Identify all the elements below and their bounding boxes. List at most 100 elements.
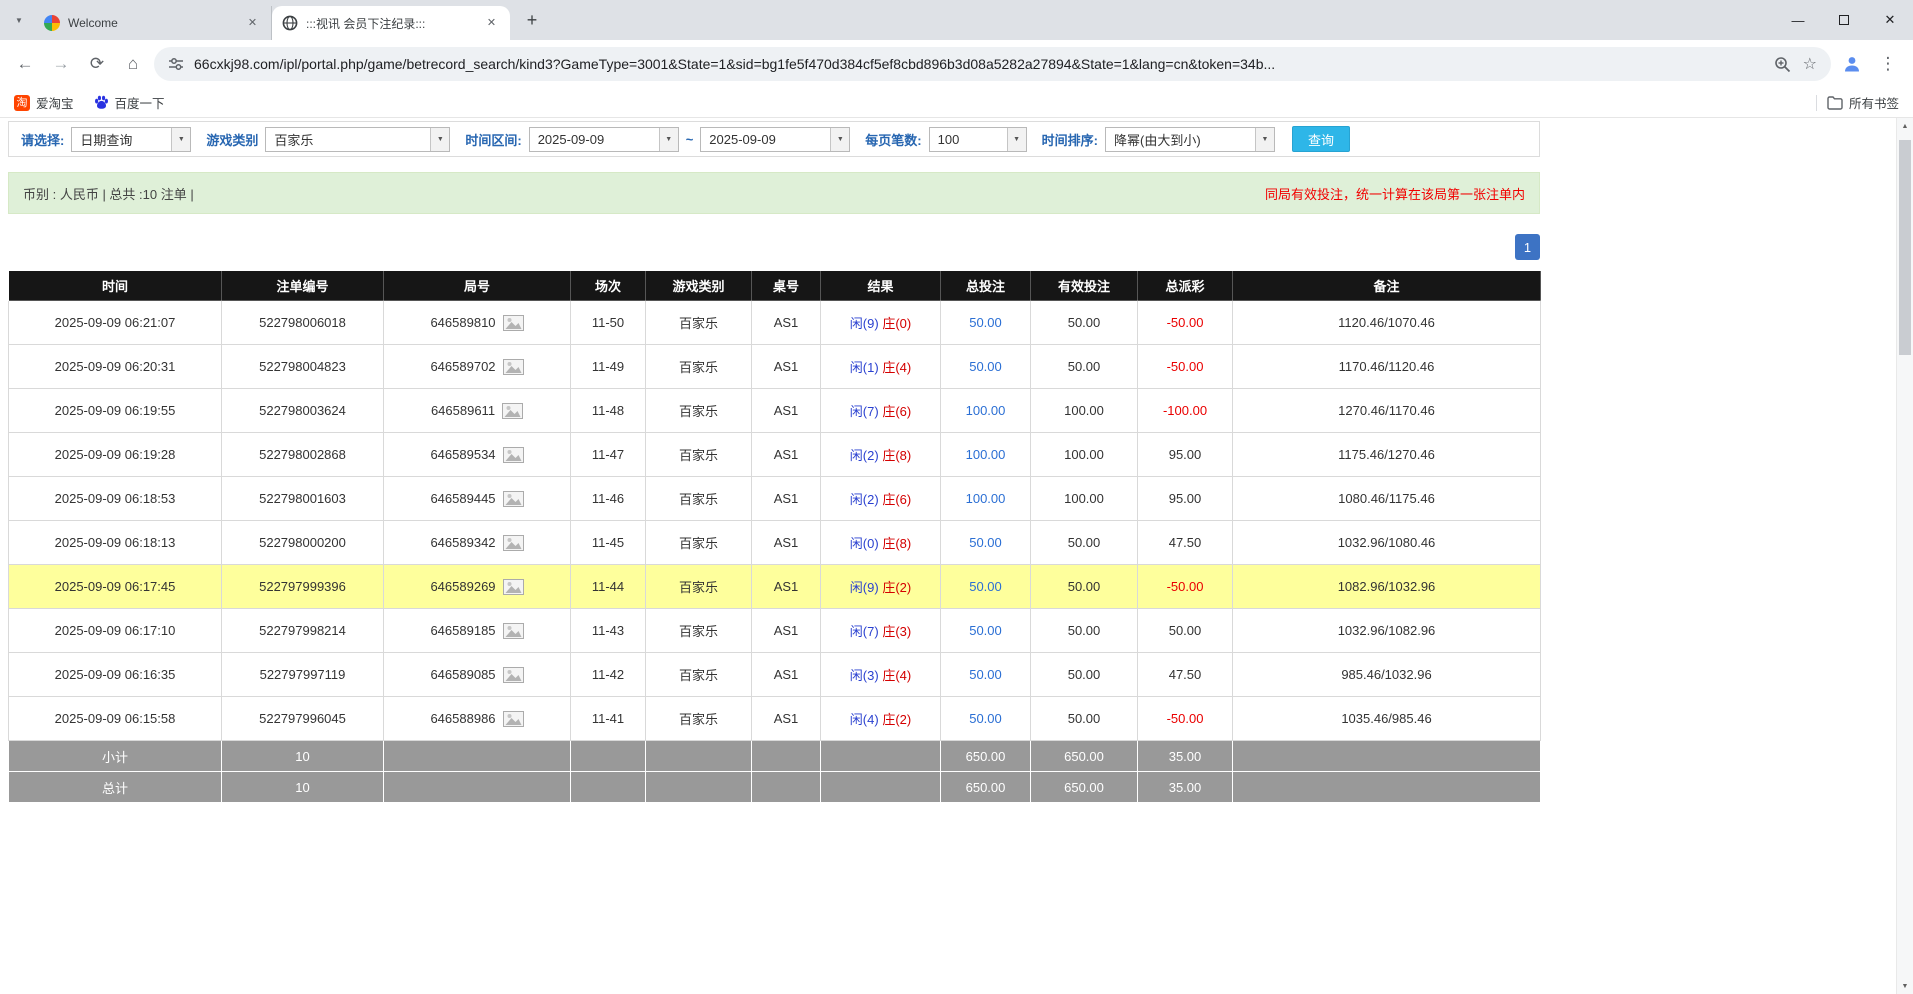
- round-result-image-icon[interactable]: [503, 579, 524, 595]
- round-result-image-icon[interactable]: [503, 535, 524, 551]
- page-1-button[interactable]: 1: [1515, 234, 1540, 260]
- query-type-select[interactable]: 日期查询 ▼: [71, 127, 191, 152]
- welcome-favicon-icon: [44, 15, 60, 31]
- cell-session: 11-44: [571, 565, 646, 609]
- table-row[interactable]: 2025-09-09 06:20:31522798004823646589702…: [9, 345, 1541, 389]
- cell-session: 11-46: [571, 477, 646, 521]
- bookmark-baidu[interactable]: 百度一下: [94, 93, 165, 112]
- menu-dots-icon[interactable]: ⋮: [1873, 49, 1903, 79]
- table-row[interactable]: 2025-09-09 06:19:28522798002868646589534…: [9, 433, 1541, 477]
- cell-valid-bet: 50.00: [1031, 609, 1138, 653]
- result-banker: 庄(6): [882, 404, 911, 419]
- table-row[interactable]: 2025-09-09 06:18:13522798000200646589342…: [9, 521, 1541, 565]
- scrollbar-thumb[interactable]: [1899, 140, 1911, 355]
- cell-result: 闲(1) 庄(4): [821, 345, 941, 389]
- cell-valid-bet: 50.00: [1031, 653, 1138, 697]
- round-result-image-icon[interactable]: [502, 403, 523, 419]
- round-result-image-icon[interactable]: [503, 359, 524, 375]
- cell-total-bet[interactable]: 50.00: [941, 653, 1031, 697]
- cell-session: 11-50: [571, 301, 646, 345]
- maximize-button[interactable]: [1821, 0, 1867, 40]
- scroll-up-icon[interactable]: ▲: [1897, 118, 1913, 134]
- cell-total-bet[interactable]: 50.00: [941, 565, 1031, 609]
- home-icon[interactable]: ⌂: [118, 49, 148, 79]
- cell-game-type: 百家乐: [646, 653, 752, 697]
- round-result-image-icon[interactable]: [503, 623, 524, 639]
- tab-search-chevron-icon[interactable]: ▼: [6, 7, 32, 33]
- forward-icon[interactable]: →: [46, 49, 76, 79]
- minimize-button[interactable]: —: [1775, 0, 1821, 40]
- round-result-image-icon[interactable]: [503, 315, 524, 331]
- table-row[interactable]: 2025-09-09 06:19:55522798003624646589611…: [9, 389, 1541, 433]
- footer-cell: [384, 741, 571, 772]
- browser-toolbar: ← → ⟳ ⌂ 66cxkj98.com/ipl/portal.php/game…: [0, 40, 1913, 88]
- table-row[interactable]: 2025-09-09 06:17:45522797999396646589269…: [9, 565, 1541, 609]
- round-number: 646588986: [430, 711, 495, 726]
- back-icon[interactable]: ←: [10, 49, 40, 79]
- table-row[interactable]: 2025-09-09 06:18:53522798001603646589445…: [9, 477, 1541, 521]
- bookmark-aitaobao[interactable]: 淘 爱淘宝: [14, 93, 74, 112]
- summary-bar: 币别 : 人民币 | 总共 :10 注单 | 同局有效投注，统一计算在该局第一张…: [8, 172, 1540, 214]
- cell-note: 1032.96/1080.46: [1233, 521, 1541, 565]
- browser-tab-strip: ▼ Welcome ✕ :::视讯 会员下注纪录::: ✕ + — ✕: [0, 0, 1913, 40]
- cell-total-bet[interactable]: 50.00: [941, 609, 1031, 653]
- time-sort-select[interactable]: 降幂(由大到小) ▼: [1105, 127, 1275, 152]
- cell-total-bet[interactable]: 100.00: [941, 477, 1031, 521]
- all-bookmarks-button[interactable]: 所有书签: [1827, 93, 1899, 112]
- round-number: 646589445: [430, 491, 495, 506]
- date-from-select[interactable]: 2025-09-09 ▼: [529, 127, 679, 152]
- tab-close-icon[interactable]: ✕: [483, 15, 500, 32]
- cell-payout: 47.50: [1138, 653, 1233, 697]
- cell-total-bet[interactable]: 50.00: [941, 697, 1031, 741]
- cell-total-bet[interactable]: 100.00: [941, 433, 1031, 477]
- url-text[interactable]: 66cxkj98.com/ipl/portal.php/game/betreco…: [194, 56, 1764, 72]
- footer-cell: 35.00: [1138, 741, 1233, 772]
- round-result-image-icon[interactable]: [503, 667, 524, 683]
- table-row[interactable]: 2025-09-09 06:16:35522797997119646589085…: [9, 653, 1541, 697]
- site-settings-icon[interactable]: [168, 56, 184, 72]
- footer-cell: [646, 772, 752, 803]
- bookmark-star-icon[interactable]: ☆: [1803, 54, 1817, 74]
- cell-total-bet[interactable]: 50.00: [941, 345, 1031, 389]
- tab-close-icon[interactable]: ✕: [244, 15, 261, 32]
- close-button[interactable]: ✕: [1867, 0, 1913, 40]
- footer-cell: [1233, 772, 1541, 803]
- address-bar[interactable]: 66cxkj98.com/ipl/portal.php/game/betreco…: [154, 47, 1831, 81]
- cell-valid-bet: 50.00: [1031, 565, 1138, 609]
- time-sort-label: 时间排序:: [1042, 130, 1098, 149]
- table-row[interactable]: 2025-09-09 06:17:10522797998214646589185…: [9, 609, 1541, 653]
- cell-note: 1120.46/1070.46: [1233, 301, 1541, 345]
- date-to-select[interactable]: 2025-09-09 ▼: [700, 127, 850, 152]
- round-result-image-icon[interactable]: [503, 711, 524, 727]
- search-button[interactable]: 查询: [1292, 126, 1350, 152]
- tab-bet-records[interactable]: :::视讯 会员下注纪录::: ✕: [272, 6, 510, 40]
- cell-round-id: 646589085: [384, 653, 571, 697]
- round-result-image-icon[interactable]: [503, 491, 524, 507]
- cell-table-no: AS1: [752, 477, 821, 521]
- cell-table-no: AS1: [752, 301, 821, 345]
- cell-total-bet[interactable]: 100.00: [941, 389, 1031, 433]
- tab-welcome[interactable]: Welcome ✕: [34, 6, 272, 40]
- zoom-icon[interactable]: [1774, 56, 1791, 73]
- table-row[interactable]: 2025-09-09 06:15:58522797996045646588986…: [9, 697, 1541, 741]
- profile-icon[interactable]: [1837, 49, 1867, 79]
- table-row[interactable]: 2025-09-09 06:21:07522798006018646589810…: [9, 301, 1541, 345]
- cell-round-id: 646589534: [384, 433, 571, 477]
- cell-result: 闲(4) 庄(2): [821, 697, 941, 741]
- result-banker: 庄(4): [882, 668, 911, 683]
- new-tab-button[interactable]: +: [518, 6, 546, 34]
- refresh-icon[interactable]: ⟳: [82, 49, 112, 79]
- cell-total-bet[interactable]: 50.00: [941, 521, 1031, 565]
- cell-session: 11-42: [571, 653, 646, 697]
- cell-payout: -50.00: [1138, 565, 1233, 609]
- vertical-scrollbar[interactable]: ▲ ▼: [1896, 118, 1913, 994]
- per-page-select[interactable]: 100 ▼: [929, 127, 1027, 152]
- game-type-select[interactable]: 百家乐 ▼: [265, 127, 450, 152]
- cell-round-id: 646589611: [384, 389, 571, 433]
- scroll-down-icon[interactable]: ▼: [1897, 978, 1913, 994]
- range-separator: ~: [686, 132, 694, 147]
- cell-total-bet[interactable]: 50.00: [941, 301, 1031, 345]
- cell-game-type: 百家乐: [646, 433, 752, 477]
- round-result-image-icon[interactable]: [503, 447, 524, 463]
- result-banker: 庄(2): [882, 580, 911, 595]
